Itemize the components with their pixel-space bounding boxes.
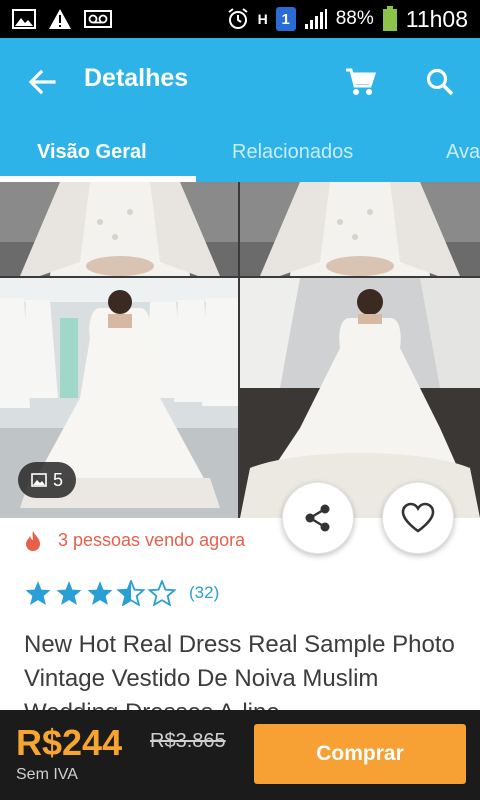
heart-icon <box>401 502 435 533</box>
signal-icon <box>304 8 328 30</box>
product-photo[interactable] <box>0 182 238 276</box>
tab-overview[interactable]: Visão Geral <box>37 122 147 182</box>
purchase-bar: R$244 R$3.865 Sem IVA Comprar <box>0 710 480 800</box>
tab-bar: Visão Geral Relacionados Avaliações <box>0 122 480 182</box>
price: R$244 <box>16 722 123 763</box>
image-icon <box>12 9 36 29</box>
product-photo[interactable] <box>240 182 480 276</box>
tab-related[interactable]: Relacionados <box>232 122 353 182</box>
product-image-gallery[interactable]: 5 <box>0 182 480 518</box>
favorite-button[interactable] <box>382 482 454 554</box>
buy-button[interactable]: Comprar <box>254 724 466 784</box>
battery-icon <box>382 6 398 32</box>
star-icon <box>56 581 82 605</box>
network-type-label: H <box>257 11 268 27</box>
back-button[interactable] <box>22 62 62 102</box>
share-button[interactable] <box>282 482 354 554</box>
star-icon <box>25 581 51 605</box>
battery-percent: 88% <box>335 8 374 29</box>
rating[interactable]: (32) <box>24 580 219 606</box>
app-bar: Detalhes Visão Geral Relacionados Avalia… <box>0 38 480 182</box>
alarm-icon <box>226 7 250 31</box>
viewers-notice: 3 pessoas vendo agora <box>24 528 284 552</box>
search-icon <box>426 68 454 96</box>
viewers-text: 3 pessoas vendo agora <box>58 530 246 550</box>
photo-count-badge[interactable]: 5 <box>18 462 76 498</box>
status-bar: H 1 88% 11h08 <box>0 0 480 38</box>
flame-icon <box>24 530 42 558</box>
tab-reviews[interactable]: Avaliações <box>446 122 480 182</box>
clock: 11h08 <box>405 5 468 32</box>
star-icon <box>87 581 113 605</box>
back-arrow-icon <box>28 69 56 95</box>
tax-note: Sem IVA <box>16 766 78 783</box>
half-star-icon <box>117 580 145 606</box>
product-photo[interactable] <box>240 278 480 518</box>
sim-badge: 1 <box>275 7 296 31</box>
share-icon <box>305 504 330 532</box>
empty-star-icon <box>148 580 176 606</box>
search-button[interactable] <box>418 60 462 104</box>
voicemail-icon <box>84 10 112 28</box>
image-icon <box>31 473 47 487</box>
cart-button[interactable] <box>338 60 382 104</box>
page-title: Detalhes <box>84 64 189 92</box>
photo-count: 5 <box>52 469 63 490</box>
toolbar: Detalhes <box>0 38 480 122</box>
rating-count[interactable]: (32) <box>189 583 219 603</box>
cart-icon <box>346 68 376 95</box>
warning-icon <box>48 8 72 30</box>
original-price: R$3.865 <box>150 730 226 752</box>
